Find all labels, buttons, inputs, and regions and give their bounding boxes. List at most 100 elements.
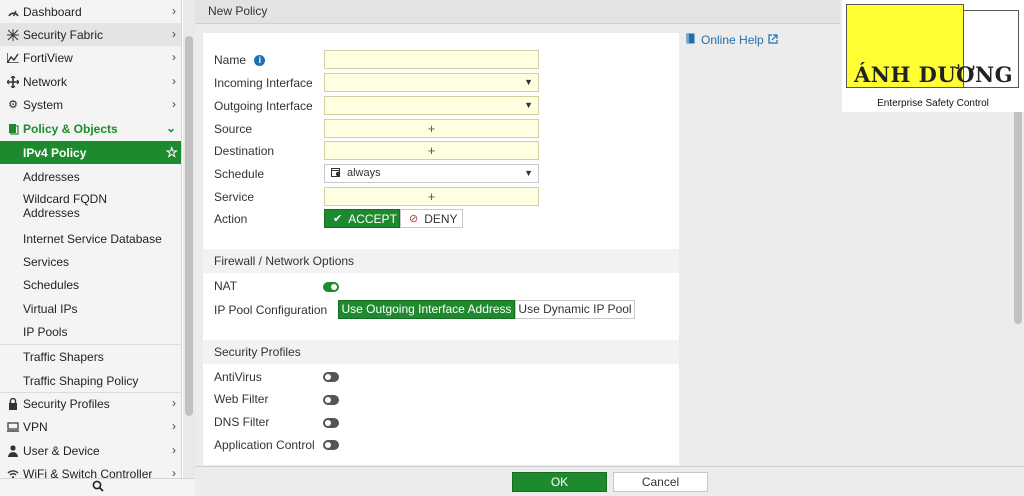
chevron-right-icon: › bbox=[172, 97, 176, 111]
nav-security-fabric[interactable]: Security Fabric › bbox=[0, 23, 181, 46]
toggle-knob bbox=[325, 442, 331, 448]
service-field[interactable]: + bbox=[324, 187, 539, 206]
nav-traffic-shapers[interactable]: Traffic Shapers bbox=[0, 345, 181, 368]
destination-label: Destination bbox=[214, 144, 275, 158]
caret-down-icon: ▼ bbox=[524, 77, 533, 87]
nav-label: Wildcard FQDN Addresses bbox=[23, 192, 108, 220]
nav-label: Traffic Shaping Policy bbox=[23, 373, 139, 388]
nav-virtual-ips[interactable]: Virtual IPs bbox=[0, 297, 181, 320]
search-icon[interactable] bbox=[92, 480, 104, 495]
app-control-toggle[interactable] bbox=[323, 440, 339, 450]
plus-icon: + bbox=[427, 189, 436, 204]
nav-user-device[interactable]: User & Device › bbox=[0, 439, 181, 462]
name-label: Name bbox=[214, 53, 247, 67]
sidebar: Dashboard › Security Fabric › FortiView … bbox=[0, 0, 182, 496]
nav-label: IP Pools bbox=[23, 324, 68, 339]
plus-icon: + bbox=[427, 143, 436, 158]
chevron-right-icon: › bbox=[172, 4, 176, 18]
user-icon bbox=[6, 444, 20, 458]
nav-fortiview[interactable]: FortiView › bbox=[0, 46, 181, 69]
chart-icon bbox=[6, 51, 20, 65]
nav-ipv4-policy[interactable]: IPv4 Policy ☆ bbox=[0, 141, 181, 164]
deny-button[interactable]: ⊘ DENY bbox=[400, 209, 463, 228]
star-icon[interactable]: ☆ bbox=[165, 144, 178, 161]
nat-toggle[interactable] bbox=[323, 282, 339, 292]
nav-label: System bbox=[23, 97, 64, 112]
form-footer: OK Cancel bbox=[195, 466, 1024, 496]
destination-field[interactable]: + bbox=[324, 141, 539, 160]
external-link-icon bbox=[768, 33, 778, 47]
nav-policy-objects[interactable]: Policy & Objects ⌄ bbox=[0, 117, 181, 140]
use-dynamic-ip-pool-option[interactable]: Use Dynamic IP Pool bbox=[515, 300, 635, 319]
network-icon bbox=[6, 75, 20, 89]
schedule-label: Schedule bbox=[214, 167, 265, 181]
policy-form: Name i Incoming Interface ▼ Outgoing Int… bbox=[203, 33, 679, 465]
nav-vpn[interactable]: VPN › bbox=[0, 415, 181, 438]
check-icon: ✔ bbox=[333, 213, 343, 225]
toggle-knob bbox=[325, 374, 331, 380]
nav-traffic-shaping-policy[interactable]: Traffic Shaping Policy bbox=[0, 369, 181, 392]
web-filter-label: Web Filter bbox=[214, 392, 269, 406]
nav-security-profiles[interactable]: Security Profiles › bbox=[0, 392, 181, 415]
caret-down-icon: ▼ bbox=[524, 100, 533, 110]
book-icon bbox=[686, 33, 696, 47]
name-input[interactable] bbox=[324, 50, 539, 69]
incoming-label: Incoming Interface bbox=[214, 76, 313, 90]
sidebar-scrollbar[interactable] bbox=[183, 0, 195, 496]
nav-label: FortiView bbox=[23, 50, 73, 65]
security-section-title: Security Profiles bbox=[203, 340, 679, 364]
nav-label: Policy & Objects bbox=[23, 121, 118, 136]
nav-ip-pools[interactable]: IP Pools bbox=[0, 320, 181, 343]
chevron-down-icon: ⌄ bbox=[165, 121, 176, 135]
nav-label: Schedules bbox=[23, 277, 80, 292]
nav-label: IPv4 Policy bbox=[23, 145, 87, 160]
logo-tagline: Enterprise Safety Control bbox=[877, 98, 989, 109]
source-label: Source bbox=[214, 122, 253, 136]
chevron-right-icon: › bbox=[172, 396, 176, 410]
dashboard-icon bbox=[6, 5, 20, 19]
policy-icon bbox=[6, 122, 20, 136]
antivirus-toggle[interactable] bbox=[323, 372, 339, 382]
page-title: New Policy bbox=[195, 0, 840, 24]
dns-filter-toggle[interactable] bbox=[323, 418, 339, 428]
nav-schedules[interactable]: Schedules bbox=[0, 273, 181, 296]
action-label: Action bbox=[214, 212, 248, 226]
use-outgoing-interface-option[interactable]: Use Outgoing Interface Address bbox=[338, 300, 515, 319]
nav-internet-service-db[interactable]: Internet Service Database bbox=[0, 227, 181, 250]
nav-label: Addresses bbox=[23, 169, 80, 184]
nav-addresses[interactable]: Addresses bbox=[0, 165, 181, 188]
app-control-label: Application Control bbox=[214, 438, 315, 452]
ippool-label: IP Pool Configuration bbox=[214, 303, 328, 317]
nav-system[interactable]: ⚙ System › bbox=[0, 93, 181, 116]
accept-button[interactable]: ✔ ACCEPT bbox=[324, 209, 400, 228]
firewall-section-title: Firewall / Network Options bbox=[203, 249, 679, 273]
info-icon[interactable]: i bbox=[254, 55, 266, 67]
sidebar-search[interactable] bbox=[0, 478, 195, 496]
scrollbar-thumb[interactable] bbox=[1014, 88, 1022, 324]
ok-button[interactable]: OK bbox=[512, 472, 607, 492]
brand-logo: ÁNH DƯƠNG Enterprise Safety Control bbox=[842, 0, 1024, 112]
schedule-select[interactable]: always ▼ bbox=[324, 164, 539, 183]
source-field[interactable]: + bbox=[324, 119, 539, 138]
scrollbar-thumb[interactable] bbox=[185, 36, 193, 416]
nav-wildcard-fqdn[interactable]: Wildcard FQDN Addresses bbox=[0, 191, 140, 221]
incoming-interface-select[interactable]: ▼ bbox=[324, 73, 539, 92]
nav-dashboard[interactable]: Dashboard › bbox=[0, 0, 181, 23]
outgoing-interface-select[interactable]: ▼ bbox=[324, 96, 539, 115]
gear-icon: ⚙ bbox=[8, 99, 18, 111]
dns-filter-label: DNS Filter bbox=[214, 415, 270, 429]
chevron-right-icon: › bbox=[172, 27, 176, 41]
chevron-right-icon: › bbox=[172, 419, 176, 433]
cancel-button[interactable]: Cancel bbox=[613, 472, 708, 492]
web-filter-toggle[interactable] bbox=[323, 395, 339, 405]
lock-icon bbox=[6, 397, 20, 411]
logo-brand-text: ÁNH DƯƠNG bbox=[854, 62, 1014, 87]
nav-services[interactable]: Services bbox=[0, 250, 181, 273]
nav-network[interactable]: Network › bbox=[0, 70, 181, 93]
main-scrollbar[interactable] bbox=[1012, 86, 1024, 466]
toggle-knob bbox=[325, 397, 331, 403]
online-help-link[interactable]: Online Help bbox=[686, 33, 778, 47]
nav-label: Security Fabric bbox=[23, 27, 104, 42]
nav-label: VPN bbox=[23, 419, 48, 434]
nav-label: Internet Service Database bbox=[23, 231, 162, 246]
